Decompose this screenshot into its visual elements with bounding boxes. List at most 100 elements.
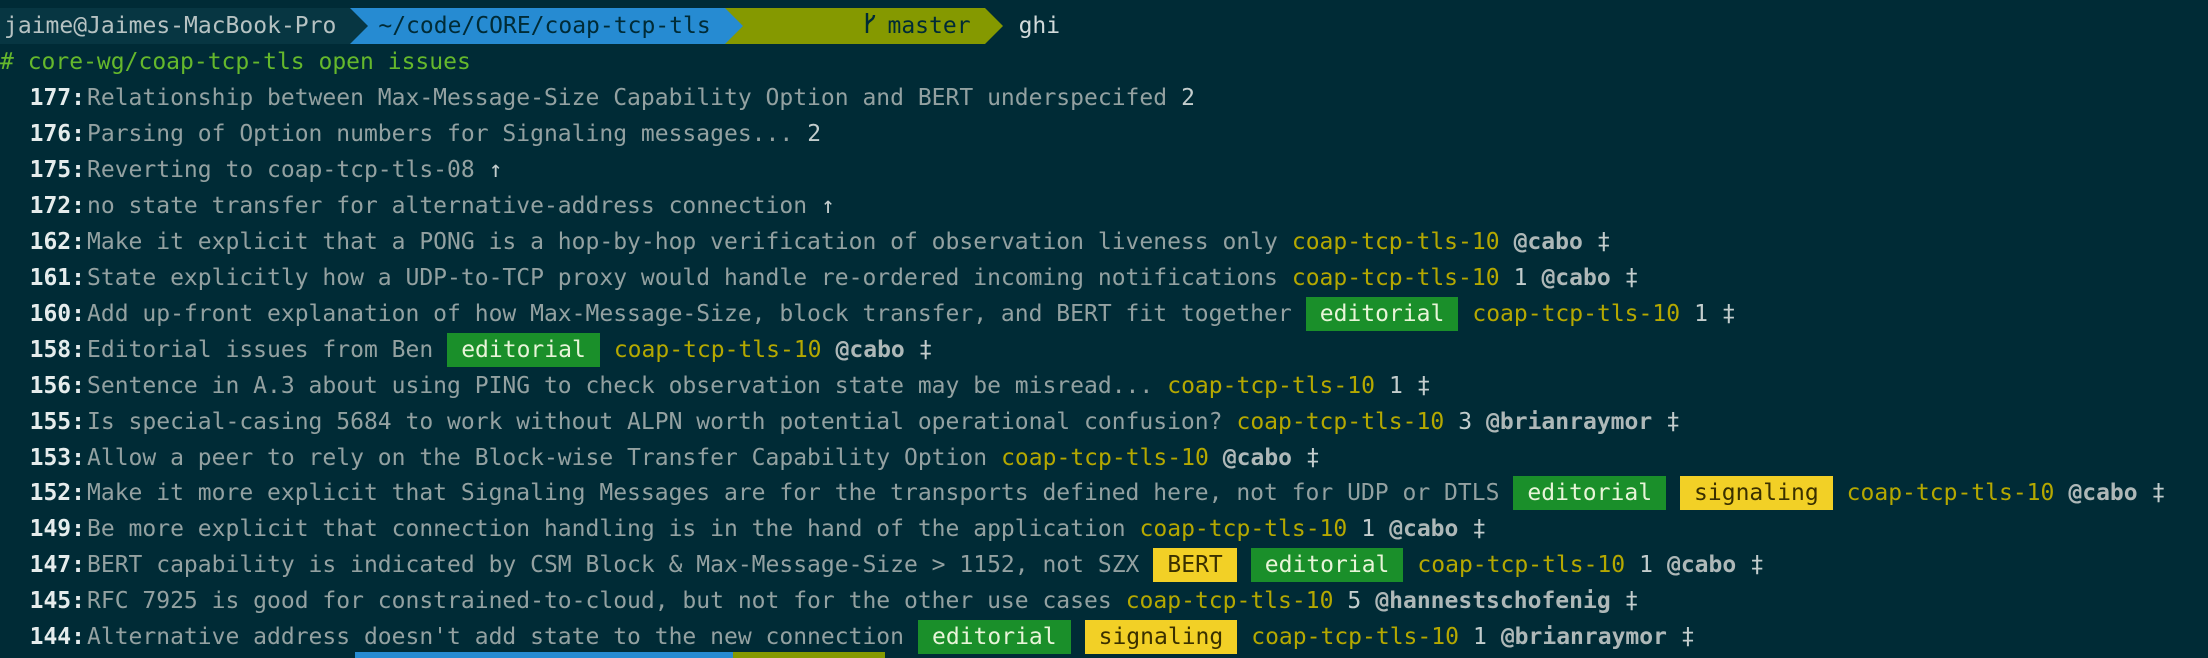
issue-number: 160:: [29, 300, 85, 327]
issue-assignee: @cabo: [1541, 264, 1611, 291]
issue-title: Editorial issues from Ben: [87, 336, 434, 363]
issue-assignee: @cabo: [1513, 228, 1583, 255]
issue-number: 176:: [29, 120, 85, 147]
issue-title: no state transfer for alternative-addres…: [87, 192, 808, 219]
issue-row[interactable]: 147: BERT capability is indicated by CSM …: [0, 548, 1765, 583]
issue-row[interactable]: 155: Is special-casing 5684 to work witho…: [0, 405, 1680, 439]
issue-status-mark: ‡: [1416, 372, 1431, 399]
issue-label-editorial: editorial: [1250, 548, 1404, 583]
issue-number: 162:: [29, 228, 85, 255]
issue-status-mark: ‡: [1666, 408, 1681, 435]
issue-milestone: coap-tcp-tls-10: [1001, 444, 1209, 471]
issue-row[interactable]: 158: Editorial issues from Ben editorial co…: [0, 332, 933, 367]
terminal-window[interactable]: jaime@Jaimes-MacBook-Pro ~/code/CORE/coa…: [0, 0, 2208, 658]
issue-number: 177:: [29, 85, 85, 111]
issue-label-signaling: signaling: [1084, 620, 1238, 655]
issue-assignee: @hannestschofenig: [1375, 588, 1611, 615]
issue-assignee: @brianraymor: [1500, 624, 1667, 651]
issue-status-mark: ‡: [1624, 264, 1639, 291]
issue-milestone: coap-tcp-tls-10: [1417, 552, 1626, 579]
issue-title: Make it more explicit that Signaling Mes…: [87, 480, 1500, 507]
issue-title: BERT capability is indicated by CSM Bloc…: [87, 552, 1140, 579]
issue-status-mark: ↑: [821, 192, 835, 219]
issue-title: State explicitly how a UDP-to-TCP proxy …: [87, 264, 1278, 291]
issue-title: Reverting to coap-tcp-tls-08: [87, 156, 475, 183]
issue-status-mark: ‡: [1680, 624, 1695, 651]
issue-row[interactable]: 177: Relationship between Max-Message-Siz…: [0, 81, 1195, 115]
issue-row[interactable]: 172: no state transfer for alternative-ad…: [0, 189, 835, 223]
issue-row[interactable]: 161: State explicitly how a UDP-to-TCP pr…: [0, 261, 1639, 295]
issue-assignee: @cabo: [2068, 480, 2138, 507]
issue-row[interactable]: 176: Parsing of Option numbers for Signal…: [0, 117, 821, 151]
issue-number: 161:: [29, 264, 85, 291]
issue-label-signaling: signaling: [1680, 476, 1833, 511]
issue-number: 147:: [29, 552, 85, 579]
issue-number: 153:: [29, 444, 85, 471]
issue-status-mark: ‡: [2151, 480, 2166, 507]
issue-assignee: @brianraymor: [1486, 408, 1653, 435]
issue-title: Make it explicit that a PONG is a hop-by…: [87, 228, 1278, 255]
prompt-user-host: jaime@Jaimes-MacBook-Pro: [0, 8, 351, 44]
issue-number: 149:: [29, 516, 85, 543]
issue-status-mark: ‡: [918, 336, 933, 363]
issue-comment-count: 1: [1639, 552, 1653, 579]
issue-row[interactable]: 162: Make it explicit that a PONG is a ho…: [0, 225, 1611, 259]
issue-number: 145:: [29, 588, 85, 615]
issues-header: # core-wg/coap-tcp-tls open issues: [0, 49, 471, 75]
issue-milestone: coap-tcp-tls-10: [1846, 480, 2055, 507]
issue-number: 144:: [29, 624, 85, 651]
issue-status-mark: ‡: [1750, 552, 1765, 579]
issue-assignee: @cabo: [1666, 552, 1737, 579]
issue-label-editorial: editorial: [1513, 476, 1667, 511]
issue-comment-count: 1: [1388, 372, 1403, 399]
issue-comment-count: 5: [1347, 588, 1362, 615]
issue-row[interactable]: 153: Allow a peer to rely on the Block-wi…: [0, 441, 1320, 475]
issue-row[interactable]: 152: Make it more explicit that Signaling…: [0, 476, 2166, 511]
prompt-git-branch: master: [742, 8, 985, 44]
issue-milestone: coap-tcp-tls-10: [1251, 624, 1459, 651]
command-text: ghi: [1018, 13, 1061, 39]
issue-row[interactable]: 160: Add up-front explanation of how Max-…: [0, 296, 1736, 331]
bottom-bar: [0, 652, 2208, 658]
issue-comment-count: 1: [1694, 300, 1708, 327]
issue-comment-count: 3: [1458, 408, 1473, 435]
issue-comment-count: 1: [1361, 516, 1376, 543]
issue-row[interactable]: 156: Sentence in A.3 about using PING to …: [0, 369, 1431, 403]
issue-row[interactable]: 175: Reverting to coap-tcp-tls-08 ↑: [0, 153, 503, 187]
issue-assignee: @cabo: [1222, 444, 1293, 471]
bottom-bar-git-segment: [733, 652, 885, 658]
issue-number: 152:: [29, 480, 85, 507]
issue-comment-count: 1: [1472, 624, 1487, 651]
issue-milestone: coap-tcp-tls-10: [1291, 264, 1500, 291]
issue-status-mark: ‡: [1624, 588, 1639, 615]
issue-milestone: coap-tcp-tls-10: [1291, 228, 1500, 255]
issue-title: Relationship between Max-Message-Size Ca…: [87, 85, 1168, 111]
issue-assignee: @cabo: [835, 336, 905, 363]
issue-assignee: @cabo: [1389, 516, 1459, 543]
issue-row[interactable]: 145: RFC 7925 is good for constrained-to-…: [0, 584, 1639, 618]
issue-row[interactable]: 144: Alternative address doesn't add stat…: [0, 620, 1695, 655]
issue-title: Be more explicit that connection handlin…: [87, 516, 1126, 543]
bottom-bar-path-segment: [355, 652, 733, 658]
issue-number: 156:: [29, 372, 85, 399]
issue-title: Add up-front explanation of how Max-Mess…: [87, 300, 1292, 327]
prompt-separator: [350, 8, 369, 44]
issue-status-mark: ‡: [1472, 516, 1487, 543]
issue-number: 172:: [29, 192, 85, 219]
issue-number: 158:: [29, 336, 85, 363]
shell-prompt: jaime@Jaimes-MacBook-Pro ~/code/CORE/coa…: [0, 8, 1060, 44]
issue-title: Allow a peer to rely on the Block-wise T…: [87, 444, 988, 471]
issue-status-mark: ↑: [488, 156, 503, 183]
issue-row[interactable]: 149: Be more explicit that connection han…: [0, 512, 1487, 546]
issue-title: Is special-casing 5684 to work without A…: [87, 408, 1223, 435]
issue-milestone: coap-tcp-tls-10: [1236, 408, 1445, 435]
issue-label-editorial: editorial: [447, 332, 600, 367]
issue-milestone: coap-tcp-tls-10: [1167, 372, 1375, 399]
issue-comment-count: 2: [807, 120, 822, 147]
issue-title: Sentence in A.3 about using PING to chec…: [87, 372, 1154, 399]
git-branch-icon: [753, 0, 878, 66]
issue-milestone: coap-tcp-tls-10: [613, 336, 822, 363]
issue-label-editorial: editorial: [917, 620, 1071, 655]
branch-name: master: [887, 13, 971, 39]
issue-milestone: coap-tcp-tls-10: [1472, 300, 1681, 327]
